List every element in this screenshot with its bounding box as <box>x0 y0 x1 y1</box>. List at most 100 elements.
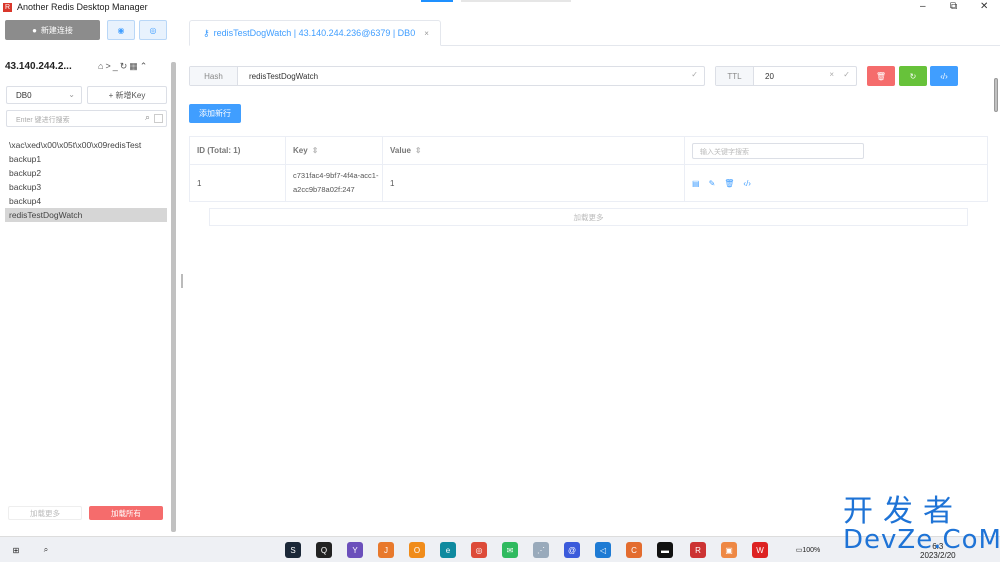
watermark-en: DevZe.CoM <box>843 525 1000 555</box>
app-icon[interactable]: O <box>409 542 425 558</box>
key-list-item-selected[interactable]: redisTestDogWatch <box>5 208 167 222</box>
active-window-indicator <box>421 0 453 2</box>
sidebar: ● 新建连接 ◉ ◎ 43.140.244.2... ⌂>_↻▦⌃ DB0 ⌄ … <box>0 14 176 536</box>
key-search-input[interactable]: Enter 键进行搜索 ⌕ <box>6 110 167 127</box>
add-row-button[interactable]: 添加新行 <box>189 104 241 123</box>
key-list-item[interactable]: backup4 <box>5 194 167 208</box>
load-more-rows-button[interactable]: 加载更多 <box>209 208 968 226</box>
intellij-icon[interactable]: J <box>378 542 394 558</box>
view-icon[interactable]: ▤ <box>692 179 700 188</box>
key-list-item[interactable]: backup3 <box>5 180 167 194</box>
row-actions: ▤ ✎ 🗑 ‹/› <box>685 165 987 201</box>
key-list: \xac\xed\x00\x05t\x00\x09redisTest backu… <box>5 138 167 222</box>
ttl-input[interactable]: TTL 20 × ✓ <box>715 66 857 86</box>
header-value[interactable]: Value ⇕ <box>383 137 685 164</box>
wechat-icon[interactable]: ✉ <box>502 542 518 558</box>
trash-icon: 🗑 <box>875 71 887 81</box>
sort-icon[interactable]: ⇕ <box>415 146 422 155</box>
window-title: Another Redis Desktop Manager <box>17 2 148 12</box>
tab-key-detail[interactable]: ⚷ redisTestDogWatch | 43.140.244.236@637… <box>189 20 441 46</box>
load-all-keys-button[interactable]: 加载所有 <box>89 506 163 520</box>
close-button[interactable]: ✕ <box>980 1 988 12</box>
search-icon[interactable]: ⌕ <box>38 542 54 558</box>
edit-icon[interactable]: ✎ <box>709 179 716 188</box>
key-list-item[interactable]: backup2 <box>5 166 167 180</box>
main-panel: ⚷ redisTestDogWatch | 43.140.244.236@637… <box>189 14 1000 536</box>
db-select-value: DB0 <box>16 91 32 100</box>
sidebar-resize-handle[interactable] <box>181 274 183 288</box>
window-titlebar: R Another Redis Desktop Manager – ⧉ ✕ <box>0 0 1000 14</box>
qq-icon[interactable]: Q <box>316 542 332 558</box>
row-value: 1 <box>383 165 685 201</box>
ttl-label: TTL <box>716 67 754 85</box>
refresh-key-button[interactable]: ↻ <box>899 66 927 86</box>
key-icon: ⚷ <box>203 27 210 38</box>
minimize-button[interactable]: – <box>920 1 926 12</box>
code-icon[interactable]: ‹/› <box>743 179 751 188</box>
connection-name[interactable]: 43.140.244.2... <box>5 61 72 72</box>
ttl-value: 20 <box>765 72 774 81</box>
db-select[interactable]: DB0 ⌄ <box>6 86 82 104</box>
vscode-icon[interactable]: ◁ <box>595 542 611 558</box>
grid-icon[interactable]: ▦ <box>129 61 140 71</box>
table-header: ID (Total: 1) Key ⇕ Value ⇕ 输入关键字搜索 <box>190 137 987 165</box>
app-icon[interactable]: @ <box>564 542 580 558</box>
refresh-icon: ↻ <box>909 71 917 81</box>
battery-icon: ▭ <box>795 547 803 554</box>
terminal-icon[interactable]: ▬ <box>657 542 673 558</box>
edge-icon[interactable]: e <box>440 542 456 558</box>
terminal-icon[interactable]: >_ <box>105 61 119 71</box>
maximize-button[interactable]: ⧉ <box>950 1 957 12</box>
key-name-value: redisTestDogWatch <box>249 72 319 81</box>
connection-toolbar: ⌂>_↻▦⌃ <box>98 61 149 72</box>
check-icon[interactable]: ✓ <box>691 70 698 79</box>
sidebar-scrollbar[interactable] <box>171 62 176 532</box>
header-key[interactable]: Key ⇕ <box>286 137 383 164</box>
delete-key-button[interactable]: 🗑 <box>867 66 895 86</box>
gear-icon: ◎ <box>149 25 157 35</box>
steam-icon[interactable]: S <box>285 542 301 558</box>
sun-icon: ◉ <box>117 25 125 35</box>
plus-circle-icon: ● <box>32 25 37 35</box>
app-icon[interactable]: ▣ <box>721 542 737 558</box>
clear-icon[interactable]: × <box>829 70 834 79</box>
trash-icon[interactable]: 🗑 <box>724 179 734 188</box>
dump-command-button[interactable]: ‹/› <box>930 66 958 86</box>
tab-bar: ⚷ redisTestDogWatch | 43.140.244.236@637… <box>189 14 1000 46</box>
row-id: 1 <box>190 165 286 201</box>
tab-close-icon[interactable]: × <box>424 29 429 38</box>
battery-indicator[interactable]: ▭ 100% <box>792 542 824 558</box>
exact-search-checkbox[interactable] <box>154 114 163 123</box>
new-connection-button[interactable]: ● 新建连接 <box>5 20 100 40</box>
sort-icon[interactable]: ⇕ <box>312 146 319 155</box>
wps-icon[interactable]: W <box>752 542 768 558</box>
load-more-keys-button[interactable]: 加载更多 <box>8 506 82 520</box>
chrome-icon[interactable]: ◎ <box>471 542 487 558</box>
header-search: 输入关键字搜索 <box>685 137 987 164</box>
app-icon[interactable]: C <box>626 542 642 558</box>
theme-button[interactable]: ◉ <box>107 20 135 40</box>
table-row: 1 c731fac4-9bf7-4f4a-acc1-a2cc9b78a02f:2… <box>190 165 987 201</box>
settings-button[interactable]: ◎ <box>139 20 167 40</box>
new-key-button[interactable]: + 新增Key <box>87 86 167 104</box>
key-list-item[interactable]: \xac\xed\x00\x05t\x00\x09redisTest <box>5 138 167 152</box>
windows-start-icon[interactable]: ⊞ <box>8 542 24 558</box>
refresh-icon[interactable]: ↻ <box>120 61 130 71</box>
search-icon[interactable]: ⌕ <box>145 112 150 123</box>
key-name-input[interactable]: Hash redisTestDogWatch ✓ <box>189 66 705 86</box>
battery-level: 100% <box>802 546 821 554</box>
watermark: 开发者 DevZe.CoM <box>843 494 1000 555</box>
hash-table: ID (Total: 1) Key ⇕ Value ⇕ 输入关键字搜索 1 c731… <box>189 136 988 202</box>
watermark-cn: 开发者 <box>843 494 963 529</box>
chevron-up-icon[interactable]: ⌃ <box>140 61 150 71</box>
table-search-input[interactable]: 输入关键字搜索 <box>692 142 864 159</box>
key-list-item[interactable]: backup1 <box>5 152 167 166</box>
key-search-placeholder: Enter 键进行搜索 <box>16 117 70 124</box>
redis-logo-icon[interactable]: R <box>690 542 706 558</box>
check-icon[interactable]: ✓ <box>843 70 850 79</box>
new-connection-label: 新建连接 <box>40 25 73 35</box>
app-icon[interactable]: Y <box>347 542 363 558</box>
main-scrollbar[interactable] <box>994 78 998 112</box>
app-icon[interactable]: ⋰ <box>533 542 549 558</box>
code-icon: ‹/› <box>940 71 948 81</box>
